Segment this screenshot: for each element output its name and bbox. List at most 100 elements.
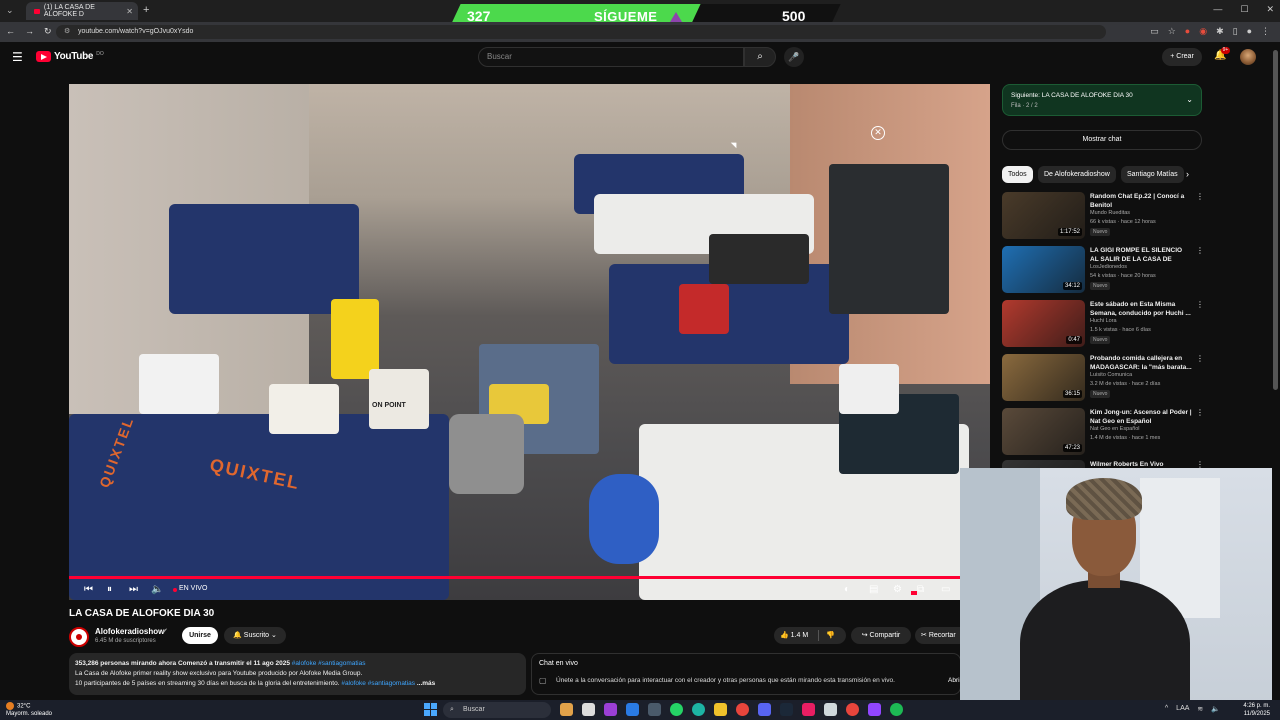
pause-icon[interactable]: ⏸ [107, 584, 112, 595]
taskbar-search[interactable]: ⌕ Buscar [443, 702, 551, 718]
steam-icon[interactable] [780, 703, 793, 716]
scroll-thumb[interactable] [1273, 50, 1278, 390]
more-options-icon[interactable]: ⋮ [1196, 300, 1204, 309]
recommendation-item[interactable]: 0:47 Este sábado en Esta Misma Semana, co… [1002, 300, 1204, 350]
description-box[interactable]: 353,286 personas mirando ahora Comenzó a… [69, 653, 526, 695]
miniplayer-icon[interactable]: ⧉ [917, 584, 924, 595]
video-thumbnail[interactable]: 34:12 [1002, 246, 1085, 293]
close-circle-icon[interactable]: ✕ [871, 126, 885, 140]
channel-avatar[interactable] [69, 627, 89, 647]
search-input[interactable]: Buscar [478, 47, 744, 67]
file-explorer-icon[interactable] [714, 703, 727, 716]
video-thumbnail[interactable]: 36:15 [1002, 354, 1085, 401]
windows-start-icon[interactable] [424, 703, 437, 716]
volume-icon[interactable]: 🔈 [151, 584, 163, 595]
site-info-icon[interactable]: ⚙ [64, 25, 70, 39]
close-window-icon[interactable]: ✕ [1266, 4, 1274, 15]
language-indicator[interactable]: LAA [1176, 705, 1189, 713]
extensions-puzzle-icon[interactable]: ✱ [1216, 26, 1224, 37]
chip-all[interactable]: Todos [1002, 166, 1033, 183]
recommendation-title[interactable]: LA GIGI ROMPE EL SILENCIO AL SALIR DE LA… [1090, 246, 1192, 264]
close-tab-icon[interactable]: ✕ [126, 7, 133, 16]
edge-icon[interactable] [692, 703, 705, 716]
recommendation-channel[interactable]: LosJedionedos [1090, 264, 1127, 270]
video-thumbnail[interactable]: 47:23 [1002, 408, 1085, 455]
app-icon[interactable] [824, 703, 837, 716]
autoplay-toggle[interactable]: ◐ [844, 584, 850, 595]
next-icon[interactable]: ⏭ [129, 584, 138, 595]
dislike-button[interactable]: 👎 [826, 631, 835, 639]
previous-icon[interactable]: ⏮ [84, 584, 93, 595]
minimize-icon[interactable]: — [1213, 4, 1222, 15]
recommendation-item[interactable]: 1:17:52 Random Chat Ep.22 | Conocí a Beni… [1002, 192, 1204, 242]
wifi-icon[interactable]: ≋ [1197, 705, 1203, 713]
extension-icon[interactable]: ◉ [1199, 26, 1207, 37]
speaker-icon[interactable]: 🔈 [1211, 705, 1220, 713]
avatar[interactable] [1240, 49, 1256, 65]
bookmark-star-icon[interactable]: ☆ [1168, 26, 1176, 37]
recommendation-title[interactable]: Probando comida callejera en MADAGASCAR:… [1090, 354, 1192, 372]
tab-search-icon[interactable]: ⌄ [6, 5, 14, 16]
spotify-icon[interactable] [890, 703, 903, 716]
join-button[interactable]: Unirse [182, 627, 218, 644]
subscribed-button[interactable]: 🔔 Suscrito ⌄ [224, 627, 286, 644]
url-field[interactable]: ⚙ youtube.com/watch?v=gOJvu0xYsdo [56, 25, 1106, 39]
show-chat-button[interactable]: Mostrar chat [1002, 130, 1202, 150]
reload-icon[interactable]: ↻ [44, 26, 52, 37]
recommendation-item[interactable]: 47:23 Kim Jong-un: Ascenso al Poder | Nat… [1002, 408, 1204, 458]
chip-channel[interactable]: De Alofokeradioshow [1038, 166, 1116, 183]
recommendation-title[interactable]: Kim Jong-un: Ascenso al Poder | Nat Geo … [1090, 408, 1192, 426]
new-tab-button[interactable]: + [143, 4, 149, 16]
extension-icon[interactable]: ● [1185, 26, 1190, 37]
create-button[interactable]: + Crear [1162, 48, 1202, 66]
microphone-icon[interactable]: 🎤 [784, 47, 804, 67]
more-options-icon[interactable]: ⋮ [1196, 408, 1204, 417]
recommendation-channel[interactable]: Huchi Lora [1090, 318, 1117, 324]
like-button[interactable]: 👍 1.4 M [780, 631, 808, 639]
theater-mode-icon[interactable]: ▭ [941, 584, 950, 595]
app-icon[interactable] [582, 703, 595, 716]
search-icon[interactable]: ⌕ [744, 47, 776, 67]
chevron-up-icon[interactable]: ^ [1165, 705, 1168, 713]
browser-menu-icon[interactable]: ⋮ [1261, 26, 1270, 37]
share-button[interactable]: ↪ Compartir [851, 627, 911, 644]
app-icon[interactable] [868, 703, 881, 716]
more-options-icon[interactable]: ⋮ [1196, 192, 1204, 201]
maximize-icon[interactable]: ☐ [1240, 4, 1248, 15]
clock[interactable]: 4:26 p. m. 11/9/2025 [1243, 702, 1270, 718]
live-progress-bar[interactable] [69, 576, 990, 579]
app-icon[interactable] [560, 703, 573, 716]
forward-icon[interactable]: → [25, 26, 34, 37]
channel-name[interactable]: Alofokeradioshow [95, 627, 164, 636]
recommendation-title[interactable]: Random Chat Ep.22 | Conocí a Benitol [1090, 192, 1192, 210]
recommendation-channel[interactable]: Nat Geo en Español [1090, 426, 1140, 432]
youtube-logo[interactable]: YouTube DO [36, 51, 104, 62]
show-more-link[interactable]: ...más [417, 680, 435, 687]
chevron-down-icon[interactable]: ⌄ [1186, 95, 1193, 104]
photoshop-icon[interactable] [626, 703, 639, 716]
hashtags[interactable]: #alofoke #santiagomatias [292, 660, 366, 667]
split-view-icon[interactable]: ▯ [1233, 26, 1238, 37]
tiktok-icon[interactable] [802, 703, 815, 716]
page-scrollbar[interactable] [1272, 42, 1280, 700]
app-icon[interactable] [648, 703, 661, 716]
chevron-right-icon[interactable]: › [1186, 169, 1189, 179]
chrome-icon[interactable] [736, 703, 749, 716]
discord-icon[interactable] [758, 703, 771, 716]
weather-widget[interactable]: 32°C Mayorm. soleado [6, 702, 52, 718]
browser-tab[interactable]: (1) LA CASA DE ALOFOKE D ✕ [26, 2, 138, 20]
profile-icon[interactable]: ● [1247, 26, 1252, 37]
hamburger-menu-icon[interactable]: ☰ [12, 50, 23, 64]
video-player[interactable]: QUIXTEL QUIXTEL ON POINT ✕ [69, 84, 990, 600]
recommendation-channel[interactable]: Mundo Rueditas [1090, 210, 1130, 216]
recommendation-item[interactable]: 34:12 LA GIGI ROMPE EL SILENCIO AL SALIR … [1002, 246, 1204, 296]
hashtags[interactable]: #alofoke #santiagomatias [341, 680, 415, 687]
video-thumbnail[interactable]: 0:47 [1002, 300, 1085, 347]
whatsapp-icon[interactable] [670, 703, 683, 716]
recommendation-item[interactable]: 36:15 Probando comida callejera en MADAGA… [1002, 354, 1204, 404]
back-icon[interactable]: ← [6, 26, 15, 37]
premiere-icon[interactable] [604, 703, 617, 716]
install-icon[interactable]: ▭ [1150, 26, 1159, 37]
chip-santiago[interactable]: Santiago Matías [1121, 166, 1184, 183]
recommendation-channel[interactable]: Luisito Comunica [1090, 372, 1132, 378]
